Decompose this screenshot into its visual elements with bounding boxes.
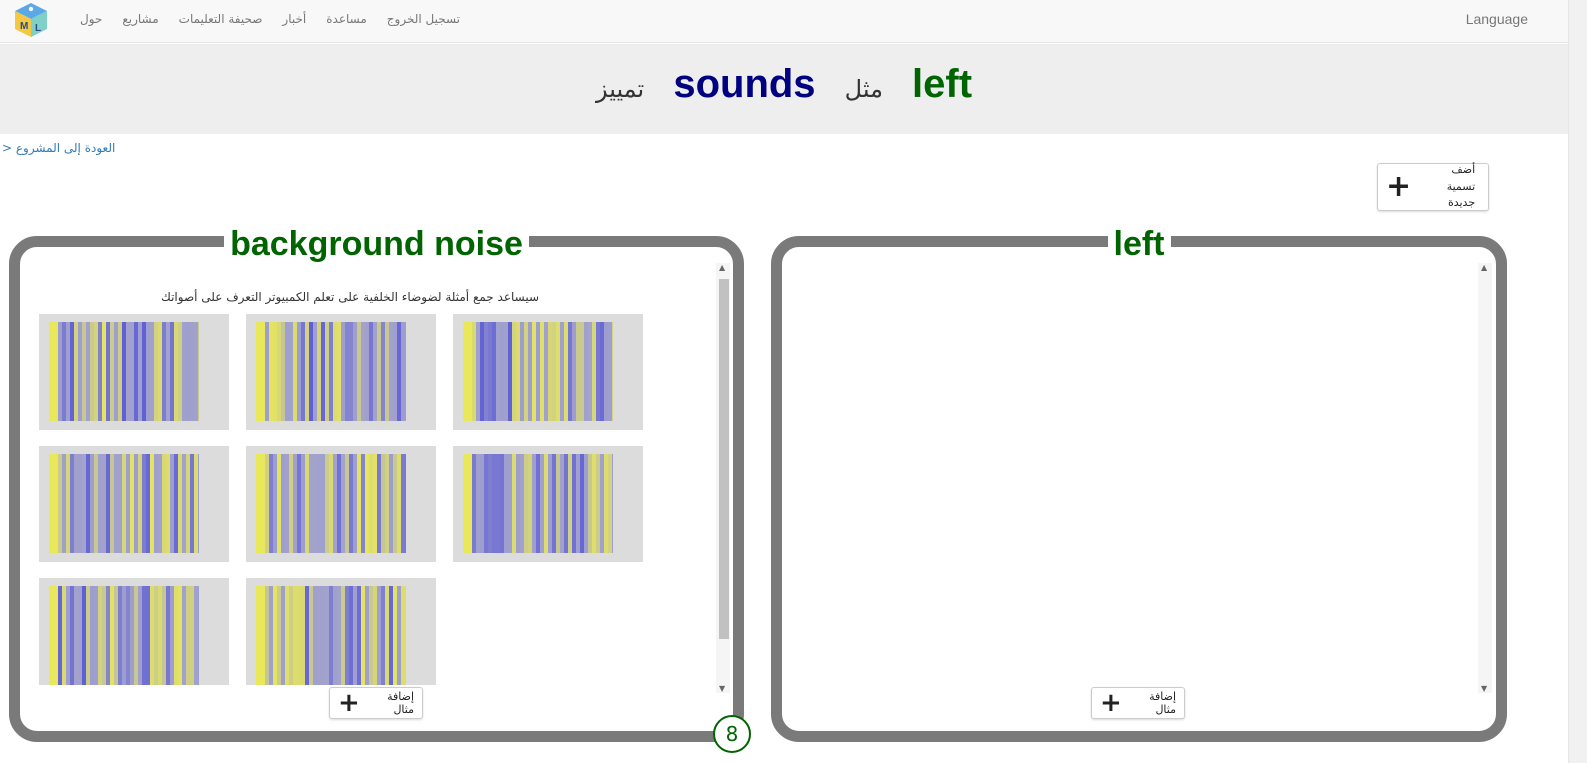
back-to-project-link[interactable]: العودة إلى المشروع < bbox=[2, 141, 115, 155]
example-thumbnail[interactable] bbox=[39, 446, 229, 562]
spectrogram-image bbox=[256, 322, 406, 421]
plus-icon: + bbox=[338, 688, 360, 718]
scroll-up-icon[interactable]: ▲ bbox=[1481, 263, 1487, 272]
label-description: سيساعد جمع أمثلة لضوضاء الخلفية على تعلم… bbox=[160, 290, 540, 304]
spectrogram-image bbox=[49, 454, 199, 553]
nav-projects[interactable]: مشاريع bbox=[122, 12, 158, 26]
language-menu[interactable]: Language bbox=[1466, 11, 1528, 27]
examples-scrollbar[interactable]: ▲ ▼ bbox=[716, 263, 730, 693]
example-thumbnail[interactable] bbox=[453, 314, 643, 430]
add-new-label-button[interactable]: + أضف تسمية جديدة bbox=[1377, 163, 1489, 211]
spectrogram-image bbox=[256, 586, 406, 685]
scrollbar-thumb[interactable] bbox=[719, 279, 729, 639]
plus-icon: + bbox=[1386, 169, 1412, 204]
example-thumbnail[interactable] bbox=[39, 314, 229, 430]
spectrogram-image bbox=[463, 322, 613, 421]
logo-letter-m: M bbox=[20, 21, 28, 32]
page-scrollbar[interactable] bbox=[1568, 0, 1587, 763]
label-box-background-noise: background noise سيساعد جمع أمثلة لضوضاء… bbox=[9, 225, 744, 742]
example-thumbnail[interactable] bbox=[246, 446, 436, 562]
scroll-up-icon[interactable]: ▲ bbox=[719, 263, 725, 272]
title-recognise-word: تمييز bbox=[595, 75, 645, 103]
examples-grid bbox=[39, 314, 649, 685]
nav-worksheets[interactable]: صحيفة التعليمات bbox=[179, 12, 263, 26]
logo-letter-l: L bbox=[35, 23, 41, 34]
spectrogram-image bbox=[256, 454, 406, 553]
top-navbar: M L حول مشاريع صحيفة التعليمات أخبار مسا… bbox=[0, 0, 1568, 43]
spectrogram-image bbox=[463, 454, 613, 553]
examples-scrollbar[interactable]: ▲ ▼ bbox=[1478, 263, 1492, 693]
scroll-down-icon[interactable]: ▼ bbox=[1481, 684, 1487, 693]
add-new-label-text: أضف تسمية جديدة bbox=[1446, 163, 1476, 210]
label-title: left bbox=[1107, 225, 1171, 263]
example-thumbnail[interactable] bbox=[246, 314, 436, 430]
title-label-word: left bbox=[912, 62, 973, 106]
plus-icon: + bbox=[1100, 688, 1122, 718]
label-title: background noise bbox=[224, 225, 529, 263]
nav-logout[interactable]: تسجيل الخروج bbox=[387, 12, 460, 26]
label-box-left: left ▲ ▼ + إضافة مثال bbox=[771, 225, 1507, 742]
nav-links: حول مشاريع صحيفة التعليمات أخبار مساعدة … bbox=[70, 0, 470, 38]
spectrogram-image bbox=[49, 322, 199, 421]
example-thumbnail[interactable] bbox=[246, 578, 436, 685]
page-title: left مثل sounds تمييز bbox=[0, 62, 1568, 107]
title-sounds-word: sounds bbox=[673, 62, 816, 106]
add-example-text: إضافة مثال bbox=[387, 690, 414, 716]
add-example-button[interactable]: + إضافة مثال bbox=[329, 687, 423, 719]
nav-about[interactable]: حول bbox=[80, 12, 102, 26]
example-thumbnail[interactable] bbox=[453, 446, 643, 562]
page-header: left مثل sounds تمييز bbox=[0, 44, 1568, 134]
nav-news[interactable]: أخبار bbox=[282, 12, 306, 26]
add-example-text: إضافة مثال bbox=[1149, 690, 1176, 716]
add-example-button[interactable]: + إضافة مثال bbox=[1091, 687, 1185, 719]
ml-logo-icon[interactable]: M L bbox=[12, 1, 50, 39]
spectrogram-image bbox=[49, 586, 199, 685]
example-count-badge: 8 bbox=[713, 715, 751, 753]
title-like-word: مثل bbox=[844, 75, 883, 103]
example-thumbnail[interactable] bbox=[39, 578, 229, 685]
scroll-down-icon[interactable]: ▼ bbox=[719, 684, 725, 693]
nav-help[interactable]: مساعدة bbox=[326, 12, 367, 26]
